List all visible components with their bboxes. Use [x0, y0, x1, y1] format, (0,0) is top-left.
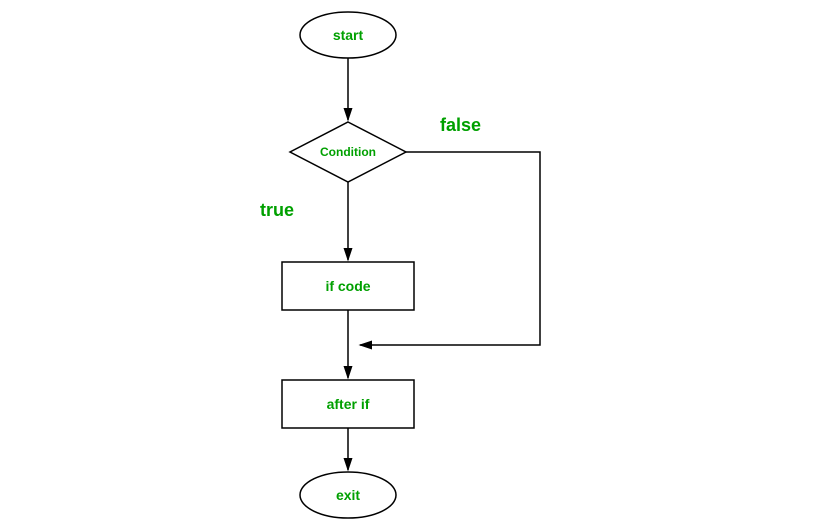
true-label: true — [260, 200, 294, 221]
start-label: start — [333, 27, 363, 43]
after-if-label: after if — [327, 396, 370, 412]
flowchart-svg — [0, 0, 819, 531]
if-code-label: if code — [325, 278, 370, 294]
exit-label: exit — [336, 487, 360, 503]
false-label: false — [440, 115, 481, 136]
edge-false — [360, 152, 540, 345]
condition-label: Condition — [320, 145, 376, 159]
